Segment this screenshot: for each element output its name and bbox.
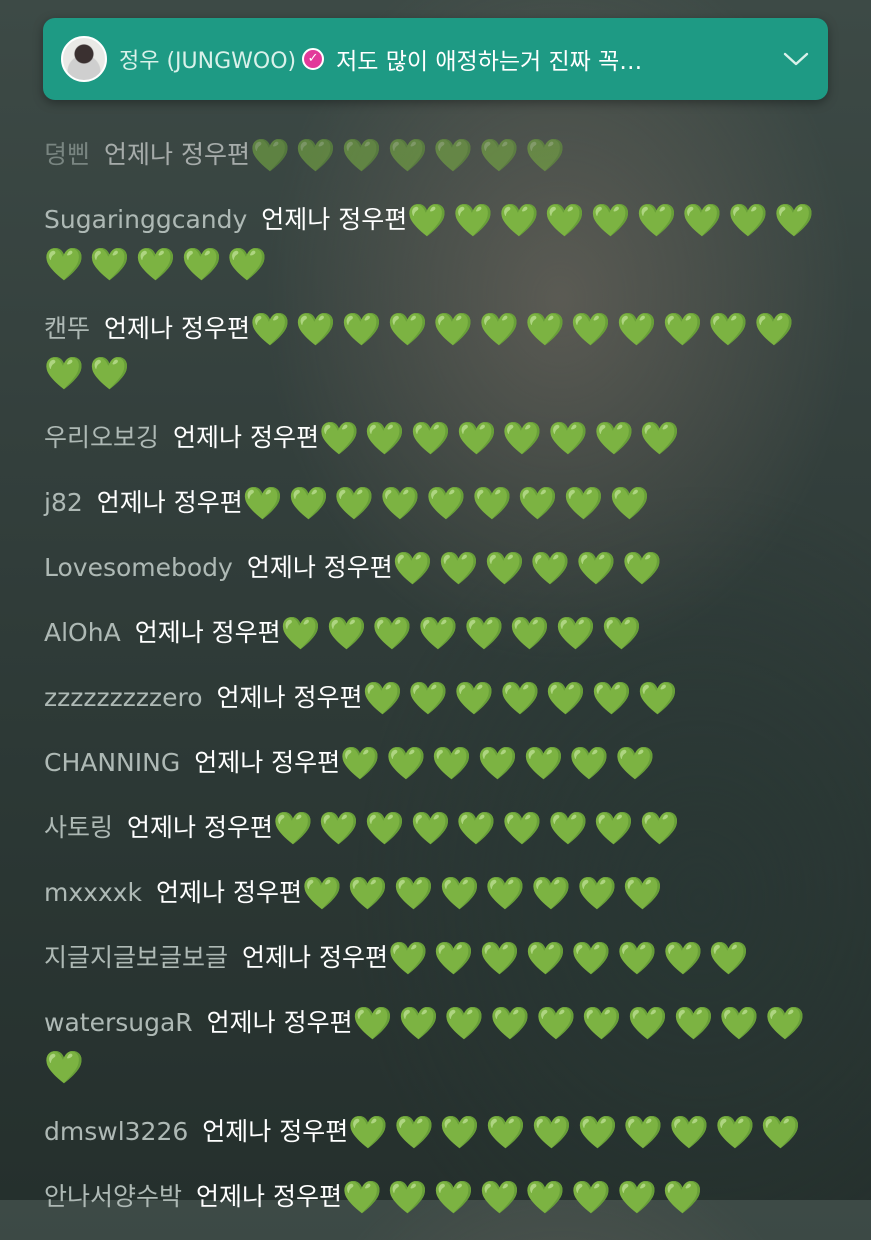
- green-heart-icon: 💚💚💚💚💚💚💚: [362, 679, 684, 717]
- chat-username[interactable]: watersugaR: [44, 1008, 193, 1037]
- chat-username[interactable]: 캔뚜: [44, 314, 90, 343]
- chat-username[interactable]: zzzzzzzzzero: [44, 683, 203, 712]
- green-heart-icon: 💚💚💚💚💚💚💚💚: [301, 874, 669, 912]
- chat-username[interactable]: 사토링: [44, 813, 113, 842]
- green-heart-icon: 💚💚💚💚💚💚💚💚: [341, 1178, 709, 1216]
- chat-message: Sugaringgcandy 언제나 정우편💚💚💚💚💚💚💚💚💚💚💚💚💚💚: [44, 198, 844, 286]
- green-heart-icon: 💚💚💚💚💚💚💚: [249, 136, 571, 174]
- chat-list: 뎡삔 언제나 정우편💚💚💚💚💚💚💚 Sugaringgcandy 언제나 정우편💚💚…: [44, 133, 844, 1240]
- chat-message: mxxxxk 언제나 정우편💚💚💚💚💚💚💚💚: [44, 871, 844, 915]
- green-heart-icon: 💚💚💚💚💚💚💚💚💚💚: [348, 1113, 807, 1151]
- chat-username[interactable]: mxxxxk: [44, 878, 142, 907]
- chat-text: 언제나 정우편: [104, 140, 250, 169]
- chat-text: 언제나 정우편: [206, 1008, 353, 1037]
- chat-text: 언제나 정우편: [216, 683, 363, 712]
- verified-check-icon: ✓: [302, 48, 325, 70]
- chat-message: CHANNING 언제나 정우편💚💚💚💚💚💚💚: [44, 741, 844, 785]
- chat-text: 언제나 정우편: [261, 205, 408, 234]
- chat-message: Lovesomebody 언제나 정우편💚💚💚💚💚💚: [44, 546, 844, 590]
- chat-message: 사토링 언제나 정우편💚💚💚💚💚💚💚💚💚: [44, 806, 844, 850]
- green-heart-icon: 💚💚💚💚💚💚: [392, 549, 668, 587]
- chat-message: dmswl3226 언제나 정우편💚💚💚💚💚💚💚💚💚💚: [44, 1110, 844, 1154]
- chat-text: 언제나 정우편: [127, 813, 273, 842]
- avatar[interactable]: [61, 36, 107, 82]
- chat-message: 지글지글보글보글 언제나 정우편💚💚💚💚💚💚💚💚: [44, 936, 844, 980]
- chat-username[interactable]: j82: [44, 488, 83, 517]
- green-heart-icon: 💚💚💚💚💚💚💚💚: [387, 939, 755, 977]
- chat-text: 언제나 정우편: [246, 553, 393, 582]
- chat-text: 언제나 정우편: [242, 943, 388, 972]
- chat-message: j82 언제나 정우편💚💚💚💚💚💚💚💚💚: [44, 481, 844, 525]
- chat-username[interactable]: Lovesomebody: [44, 553, 233, 582]
- chat-username[interactable]: CHANNING: [44, 748, 180, 777]
- chat-message: 우리오보깅 언제나 정우편💚💚💚💚💚💚💚💚: [44, 416, 844, 460]
- green-heart-icon: 💚💚💚💚💚💚💚💚: [280, 614, 648, 652]
- chat-text: 언제나 정우편: [156, 878, 302, 907]
- chat-username[interactable]: AlOhA: [44, 618, 121, 647]
- green-heart-icon: 💚💚💚💚💚💚💚💚: [318, 419, 686, 457]
- chat-text: 언제나 정우편: [196, 1182, 342, 1211]
- chat-text: 언제나 정우편: [134, 618, 281, 647]
- green-heart-icon: 💚💚💚💚💚💚💚: [340, 744, 662, 782]
- pinned-comment-message: 저도 많이 애정하는거 진짜 꼭…: [336, 49, 643, 75]
- chat-username[interactable]: 안나서양수박: [44, 1182, 182, 1211]
- chat-message: 뎡삔 언제나 정우편💚💚💚💚💚💚💚: [44, 133, 844, 177]
- chat-username[interactable]: 지글지글보글보글: [44, 943, 228, 972]
- chat-message: zzzzzzzzzero 언제나 정우편💚💚💚💚💚💚💚: [44, 676, 844, 720]
- chat-username[interactable]: 뎡삔: [44, 140, 90, 169]
- chat-username[interactable]: Sugaringgcandy: [44, 205, 247, 234]
- chat-username[interactable]: 우리오보깅: [44, 423, 159, 452]
- pinned-comment-banner[interactable]: 정우 (JUNGWOO) ✓ 저도 많이 애정하는거 진짜 꼭…: [43, 18, 828, 100]
- green-heart-icon: 💚💚💚💚💚💚💚💚💚: [242, 484, 656, 522]
- chat-text: 언제나 정우편: [173, 423, 319, 452]
- pinned-comment-author: 정우 (JUNGWOO): [119, 49, 297, 74]
- green-heart-icon: 💚💚💚💚💚💚💚💚💚: [272, 809, 686, 847]
- chat-username[interactable]: dmswl3226: [44, 1117, 188, 1146]
- chat-text: 언제나 정우편: [202, 1117, 349, 1146]
- chat-text: 언제나 정우편: [194, 748, 341, 777]
- chat-text: 언제나 정우편: [104, 314, 250, 343]
- chat-message: AlOhA 언제나 정우편💚💚💚💚💚💚💚💚: [44, 611, 844, 655]
- chevron-down-icon[interactable]: [782, 49, 810, 69]
- chat-message: 캔뚜 언제나 정우편💚💚💚💚💚💚💚💚💚💚💚💚💚💚: [44, 307, 844, 395]
- chat-message: watersugaR 언제나 정우편💚💚💚💚💚💚💚💚💚💚💚: [44, 1001, 844, 1089]
- chat-text: 언제나 정우편: [96, 488, 243, 517]
- chat-message: 안나서양수박 언제나 정우편💚💚💚💚💚💚💚💚: [44, 1175, 844, 1219]
